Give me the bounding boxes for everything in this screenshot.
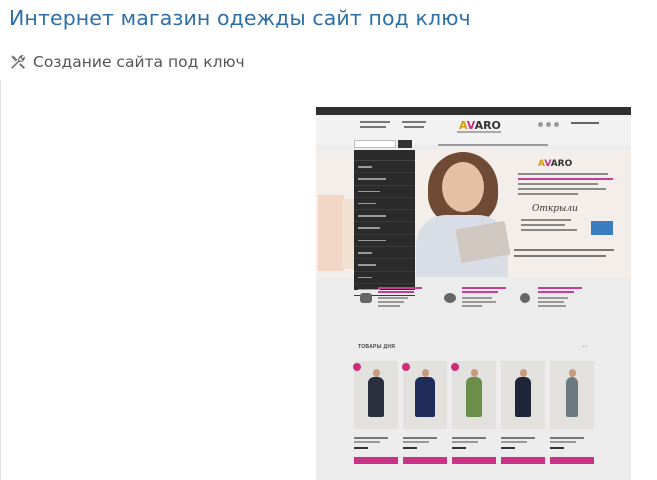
category-link[interactable]: Создание сайта под ключ (9, 53, 245, 71)
site-topbar (316, 107, 631, 115)
header-link (404, 126, 424, 128)
hero-logo: AVARO (538, 159, 573, 169)
product-card (353, 361, 398, 471)
page-title: Интернет магазин одежды сайт под ключ (9, 6, 471, 30)
divider (0, 80, 1, 480)
product-card (501, 361, 545, 471)
header-link (402, 121, 426, 123)
site-search-input (354, 140, 396, 148)
category-label: Создание сайта под ключ (33, 53, 245, 71)
tools-icon (11, 55, 25, 69)
social-icons (538, 122, 559, 127)
site-nav (438, 144, 548, 146)
header-link (360, 121, 390, 123)
benefits-row (316, 285, 631, 333)
carousel-arrows: ‹ › (583, 344, 588, 350)
site-search-button (398, 140, 412, 148)
logo-tagline (457, 131, 501, 133)
hero-badge (591, 221, 613, 235)
section-title: ТОВАРЫ ДНЯ (358, 344, 396, 350)
website-screenshot: AVARO AVARO Открыли ТОВАРЫ ДНЯ ‹ › (316, 107, 631, 480)
product-carousel (353, 361, 604, 471)
header-phone (571, 122, 599, 124)
catalog-dropdown-menu (354, 150, 415, 297)
product-card (550, 361, 594, 471)
product-card (402, 361, 447, 471)
hero-heading: Открыли (532, 204, 578, 214)
product-card (451, 361, 496, 471)
header-link (360, 126, 386, 128)
